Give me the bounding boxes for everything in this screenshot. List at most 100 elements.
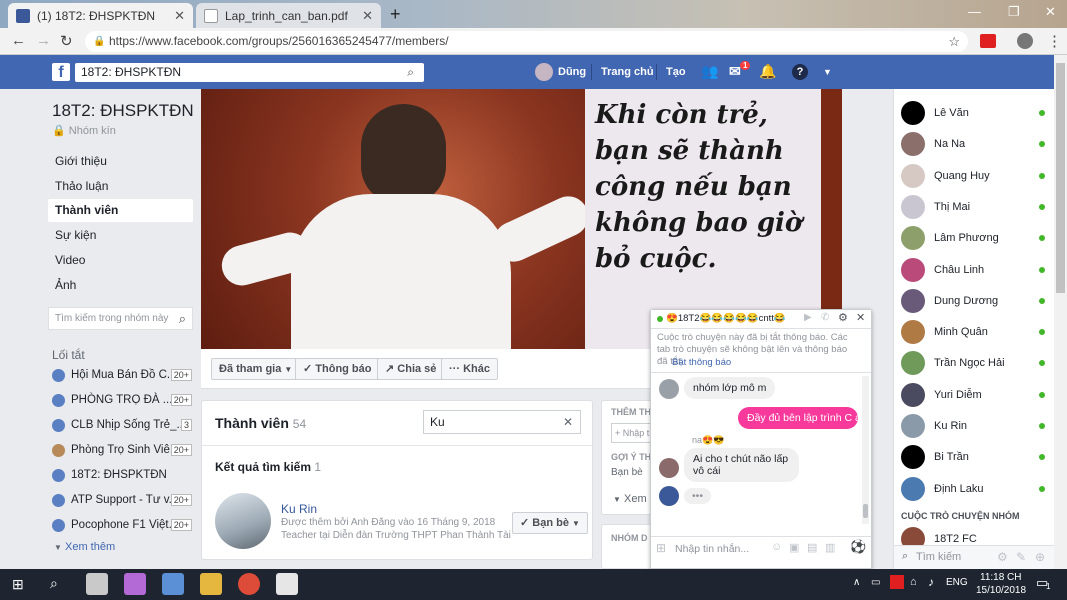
file-explorer-icon[interactable] (200, 573, 222, 595)
profile-link[interactable]: Dũng (558, 66, 586, 78)
page-scrollbar[interactable] (1054, 55, 1067, 569)
friend-button[interactable]: ✓ Bạn bè ▼ (512, 512, 588, 534)
chevron-up-icon[interactable]: ∧ (853, 577, 860, 588)
tab-pdf[interactable]: Lap_trinh_can_ban.pdf ✕ (196, 3, 381, 28)
group-search-input[interactable]: Tìm kiếm trong nhóm này ⌕ (48, 307, 193, 330)
friend-requests-icon[interactable]: 👥 (701, 63, 718, 80)
shortcut-item[interactable]: PHÒNG TRỌ ĐÀ ... 20+ (52, 390, 192, 410)
app-icon[interactable] (276, 573, 298, 595)
group-name[interactable]: 18T2: ĐHSPKTĐN (52, 101, 194, 121)
see-more-link[interactable]: ▼ Xem thêm (54, 541, 115, 553)
contact-item[interactable]: Minh Quân (901, 320, 1049, 345)
contact-item[interactable]: Yuri Diễm (901, 382, 1049, 407)
messenger-icon[interactable]: ✉ (729, 63, 741, 80)
shortcut-item[interactable]: 18T2: ĐHSPKTĐN (52, 465, 192, 485)
contact-item[interactable]: Thị Mai (901, 194, 1049, 219)
close-window-icon[interactable]: ✕ (1045, 4, 1056, 20)
tab-facebook[interactable]: (1) 18T2: ĐHSPKTĐN ✕ (8, 3, 193, 28)
restore-icon[interactable]: ❐ (1008, 4, 1020, 20)
user-avatar[interactable] (535, 63, 553, 81)
close-icon[interactable]: ✕ (856, 311, 865, 324)
contact-item[interactable]: Na Na (901, 132, 1049, 157)
gear-icon[interactable]: ⚙ (997, 550, 1008, 564)
gif-icon[interactable]: ▤ (807, 541, 817, 554)
app-icon[interactable] (124, 573, 146, 595)
contact-item[interactable]: Lâm Phương (901, 226, 1049, 251)
notify-button[interactable]: ✓ Thông báo (295, 358, 380, 380)
nav-discussion[interactable]: Thảo luận (48, 175, 193, 198)
shortcut-item[interactable]: Pocophone F1 Việt... 20+ (52, 515, 192, 535)
page-scroll-thumb[interactable] (1056, 63, 1065, 293)
add-group-icon[interactable]: ⊕ (1035, 550, 1045, 564)
chat-scroll-thumb[interactable] (863, 504, 868, 518)
joined-button[interactable]: Đã tham gia ▼ (211, 358, 301, 380)
nav-events[interactable]: Sự kiện (48, 224, 193, 247)
nav-about[interactable]: Giới thiệu (48, 150, 193, 173)
contact-item[interactable]: Ku Rin (901, 414, 1049, 438)
language-indicator[interactable]: ENG (946, 577, 968, 588)
contact-item[interactable]: Lê Văn (901, 101, 1049, 125)
gear-icon[interactable]: ⚙ (838, 311, 848, 324)
enable-notifications-link[interactable]: Bật thông báo (672, 357, 731, 368)
windows-start-icon[interactable]: ⊞ (12, 576, 24, 593)
member-avatar[interactable] (215, 493, 271, 549)
chevron-down-icon[interactable]: ▼ (823, 67, 832, 77)
create-link[interactable]: Tạo (666, 66, 686, 78)
notifications-icon[interactable]: 🔔 (759, 63, 776, 80)
minimize-icon[interactable]: — (968, 4, 981, 19)
video-call-icon[interactable]: ▶ (804, 312, 812, 323)
contact-search-bar[interactable]: ⌕ Tìm kiếm ⚙ ✎ ⊕ (894, 545, 1054, 569)
add-member-input[interactable]: + Nhập t (611, 423, 651, 443)
phone-icon[interactable]: ✆ (821, 312, 829, 323)
shortcut-item[interactable]: Phòng Trọ Sinh Viê... 20+ (52, 440, 192, 460)
nav-members[interactable]: Thành viên (48, 199, 193, 222)
nav-photos[interactable]: Ảnh (48, 274, 193, 297)
clear-search-icon[interactable]: ✕ (563, 411, 573, 433)
app-icon[interactable] (86, 573, 108, 595)
menu-dots-icon[interactable]: ⋮ (1047, 32, 1062, 50)
back-icon[interactable]: ← (11, 32, 26, 49)
chat-header[interactable]: 😍18T2😂😂😂😂😂cntt😂 ▶ ✆ ⚙ ✕ (651, 310, 871, 329)
chrome-icon[interactable] (238, 573, 260, 595)
nav-videos[interactable]: Video (48, 249, 193, 272)
member-name-link[interactable]: Ku Rin (281, 502, 317, 516)
contact-item[interactable]: Quang Huy (901, 163, 1049, 188)
star-icon[interactable]: ☆ (948, 31, 960, 52)
search-icon[interactable]: ⌕ (407, 63, 414, 82)
chat-scrollbar[interactable] (862, 376, 869, 524)
shortcut-item[interactable]: Hội Mua Bán Đồ C... 20+ (52, 365, 192, 385)
photo-icon[interactable]: ▥ (825, 541, 835, 554)
forward-icon[interactable]: → (36, 32, 51, 49)
sticker-icon[interactable]: ▣ (789, 541, 799, 554)
tray-app-icon[interactable] (890, 575, 904, 589)
see-more-suggest[interactable]: ▼ Xem (613, 493, 647, 505)
clock-time[interactable]: 11:18 CH (980, 572, 1022, 583)
search-icon[interactable]: ⌕ (179, 308, 186, 329)
member-search-input[interactable]: Ku ✕ (423, 410, 581, 434)
app-icon[interactable] (162, 573, 184, 595)
compose-icon[interactable]: ✎ (1016, 550, 1026, 564)
message-input[interactable]: Nhập tin nhắn... (675, 539, 785, 559)
chat-title[interactable]: 😍18T2😂😂😂😂😂cntt😂 (666, 313, 793, 324)
contact-item[interactable]: Định Laku (901, 476, 1049, 501)
url-field[interactable]: 🔒 https://www.facebook.com/groups/256016… (85, 31, 968, 52)
new-tab-icon[interactable]: + (390, 4, 401, 25)
shortcut-item[interactable]: CLB Nhịp Sống Trẻ_... 3 (52, 415, 192, 435)
contact-item[interactable]: Châu Linh (901, 257, 1049, 282)
contact-item[interactable]: Dung Dương (901, 288, 1049, 313)
emoji-icon[interactable]: ☺ (771, 541, 782, 553)
profile-avatar[interactable] (1017, 33, 1033, 49)
home-link[interactable]: Trang chủ (601, 66, 654, 78)
soccer-ball-icon[interactable]: ⚽ (850, 539, 866, 555)
help-icon[interactable]: ? (792, 64, 808, 80)
close-tab-icon[interactable]: ✕ (362, 8, 373, 24)
volume-icon[interactable]: ♪ (928, 575, 934, 589)
facebook-logo-icon[interactable]: f (52, 63, 70, 81)
contact-item[interactable]: Trần Ngọc Hải (901, 351, 1049, 376)
network-icon[interactable]: ⌂ (910, 576, 917, 588)
close-tab-icon[interactable]: ✕ (174, 8, 185, 24)
contact-item[interactable]: Bi Trần (901, 445, 1049, 470)
extension-icon[interactable] (980, 34, 996, 48)
shortcut-item[interactable]: ATP Support - Tư v... 20+ (52, 490, 192, 510)
search-icon[interactable]: ⌕ (50, 575, 58, 592)
